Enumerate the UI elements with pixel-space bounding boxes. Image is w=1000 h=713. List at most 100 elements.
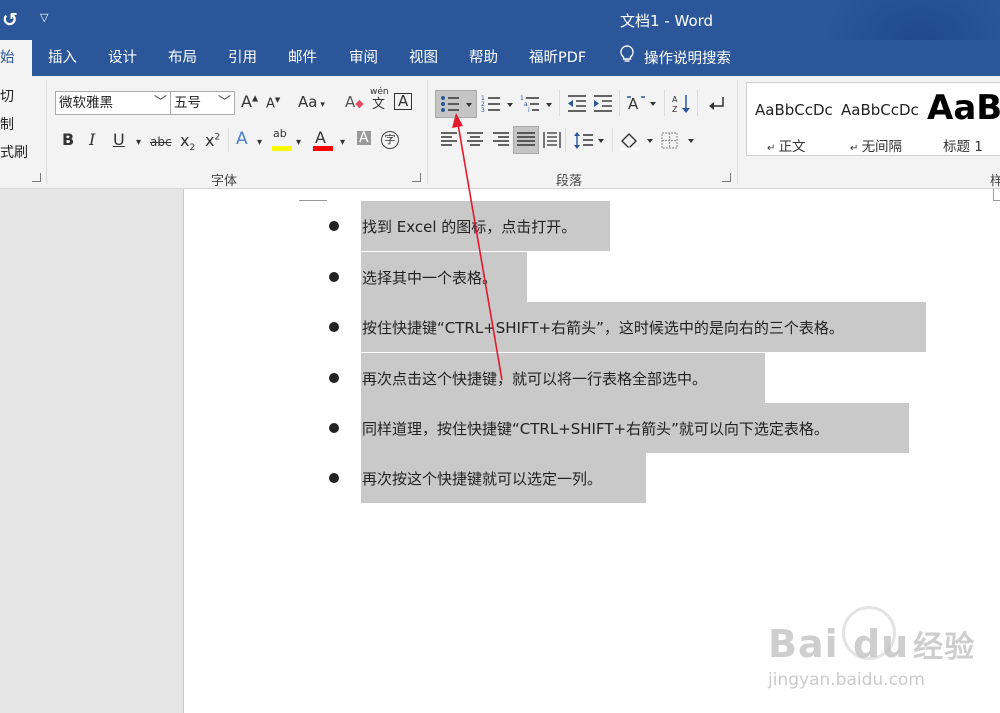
italic-button[interactable]: I: [89, 132, 95, 148]
borders-button[interactable]: [660, 131, 696, 154]
clear-formatting-glyph: A: [345, 93, 356, 111]
tab-home-label: 始: [0, 50, 15, 66]
chinese-layout-icon: A: [627, 95, 656, 113]
style-heading1-sample[interactable]: AaBb: [927, 88, 1000, 128]
copy-button[interactable]: 制: [0, 114, 14, 134]
font-color-button[interactable]: A: [315, 130, 326, 146]
tell-me-search[interactable]: 操作说明搜索: [620, 40, 731, 76]
tab-view[interactable]: 视图: [409, 40, 438, 76]
shrink-font-button[interactable]: A▼: [266, 96, 280, 112]
bold-button[interactable]: B: [62, 132, 74, 148]
shading-button[interactable]: [619, 131, 655, 154]
lightbulb-icon: [620, 40, 634, 76]
change-case-glyph: Aa: [298, 93, 318, 111]
character-shading-button[interactable]: A: [357, 131, 371, 145]
align-center-button[interactable]: [466, 131, 484, 152]
list-item-text: 按住快捷键“CTRL+SHIFT+右箭头”，这时候选中的是向右的三个表格。: [362, 319, 844, 337]
tab-help[interactable]: 帮助: [469, 40, 498, 76]
margin-corner-left: [299, 189, 327, 201]
bullets-button[interactable]: [435, 90, 477, 118]
tab-design[interactable]: 设计: [108, 40, 137, 76]
sort-button[interactable]: AZ: [671, 93, 693, 118]
distributed-button[interactable]: [543, 131, 561, 152]
bullet-dot: [329, 373, 339, 383]
tab-home[interactable]: 始: [0, 40, 32, 76]
line-spacing-icon: [574, 132, 604, 149]
tab-layout[interactable]: 布局: [168, 40, 197, 76]
align-left-button[interactable]: [440, 131, 458, 152]
character-border-button[interactable]: A: [394, 93, 413, 110]
highlight-dropdown-icon[interactable]: ▾: [296, 138, 301, 148]
numbering-button[interactable]: 1 2 3: [481, 93, 515, 118]
decrease-indent-button[interactable]: [566, 93, 588, 118]
show-hide-marks-button[interactable]: [705, 93, 727, 118]
justify-icon: [517, 132, 535, 146]
list-item-text: 找到 Excel 的图标，点击打开。: [362, 218, 577, 236]
separator: [228, 128, 229, 152]
strikethrough-button[interactable]: abc: [150, 136, 172, 148]
style-heading1-name: 标题 1: [943, 139, 983, 155]
watermark-brand-text: Bai du: [768, 622, 910, 666]
chevron-down-icon[interactable]: ﹀: [154, 92, 167, 114]
phonetic-guide-button[interactable]: 文: [372, 98, 385, 111]
superscript-button[interactable]: x2: [205, 133, 220, 149]
align-center-icon: [467, 132, 483, 146]
decrease-indent-icon: [568, 95, 586, 112]
svg-text:A: A: [672, 95, 678, 104]
underline-dropdown-icon[interactable]: ▾: [136, 138, 141, 148]
bullet-dot: [329, 322, 339, 332]
paragraph-dialog-launcher[interactable]: [722, 173, 731, 182]
style-normal-name: ↵ 无间隔正文: [767, 139, 806, 155]
multilevel-list-button[interactable]: 1 a i: [520, 93, 554, 118]
line-spacing-button[interactable]: [573, 131, 607, 154]
font-name-combo[interactable]: 微软雅黑 ﹀: [55, 91, 171, 115]
style-no-spacing-name: ↵ 无间隔: [850, 139, 903, 155]
font-size-combo[interactable]: 五号 ﹀: [170, 91, 235, 115]
svg-text:i: i: [528, 107, 530, 114]
group-separator: [46, 80, 47, 184]
bullets-icon: [441, 96, 472, 112]
highlight-button[interactable]: ab: [273, 128, 287, 139]
styles-gallery[interactable]: AaBbCcDc ↵ 无间隔正文 AaBbCcDc ↵ 无间隔 AaBb 标题 …: [746, 82, 1000, 156]
grow-font-button[interactable]: A▲: [241, 94, 258, 110]
tab-foxit-pdf[interactable]: 福昕PDF: [529, 40, 586, 76]
chevron-down-icon[interactable]: ﹀: [218, 92, 231, 114]
increase-indent-button[interactable]: [592, 93, 614, 118]
sort-icon: AZ: [672, 95, 690, 114]
enclose-characters-button[interactable]: 字: [381, 131, 399, 149]
format-painter-button[interactable]: 式刷: [0, 142, 28, 162]
tab-references[interactable]: 引用: [228, 40, 257, 76]
customize-quick-access-icon[interactable]: ▽: [40, 11, 48, 24]
word-window: ↺ ▽ 文档1 - Word 始 插入 设计 布局 引用 邮件 审阅 视图 帮助…: [0, 0, 1000, 713]
tab-mailings[interactable]: 邮件: [288, 40, 317, 76]
undo-icon[interactable]: ↺: [2, 9, 18, 31]
phonetic-guide-top[interactable]: wén: [370, 88, 389, 97]
tab-review[interactable]: 审阅: [349, 40, 378, 76]
clear-formatting-button[interactable]: A◆: [345, 95, 364, 110]
separator: [559, 90, 560, 116]
subscript-button[interactable]: x2: [180, 133, 195, 153]
shrink-font-glyph: A: [266, 96, 275, 112]
styles-group-label: 样: [990, 174, 1000, 189]
group-separator: [737, 80, 738, 184]
highlight-color-bar: [272, 146, 292, 151]
cut-button[interactable]: 切: [0, 86, 14, 106]
watermark-brand: Bai du 经验: [768, 622, 975, 666]
tab-insert[interactable]: 插入: [48, 40, 77, 76]
style-normal-sample[interactable]: AaBbCcDc: [755, 101, 833, 119]
list-item-text: 选择其中一个表格。: [362, 269, 498, 287]
align-right-button[interactable]: [492, 131, 510, 152]
font-dialog-launcher[interactable]: [412, 173, 421, 182]
bullet-dot: [329, 473, 339, 483]
font-color-dropdown-icon[interactable]: ▾: [340, 138, 345, 148]
style-no-spacing-sample[interactable]: AaBbCcDc: [841, 101, 919, 119]
justify-button[interactable]: [513, 126, 539, 154]
underline-button[interactable]: U: [113, 132, 125, 148]
text-effects-dropdown-icon[interactable]: ▾: [257, 138, 262, 148]
clipboard-dialog-launcher[interactable]: [32, 173, 41, 182]
text-effects-button[interactable]: A: [236, 131, 248, 148]
chinese-layout-button[interactable]: A: [626, 94, 658, 117]
svg-text:Z: Z: [672, 105, 678, 114]
multilevel-list-icon: 1 a i: [520, 95, 552, 114]
change-case-button[interactable]: Aa ▾: [298, 95, 325, 110]
